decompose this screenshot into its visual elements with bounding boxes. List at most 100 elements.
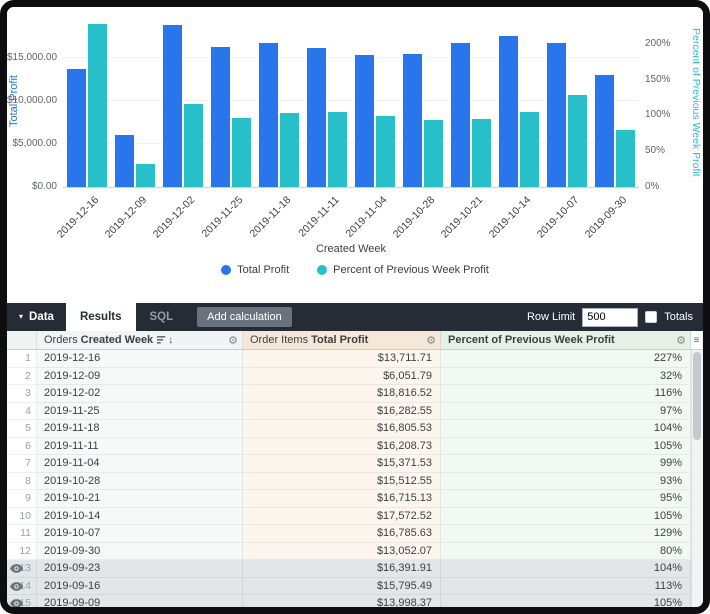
percent-bar[interactable] [184, 104, 203, 187]
total-profit-bar[interactable] [307, 48, 326, 187]
profit-cell[interactable]: $16,391.91 [243, 560, 441, 578]
profit-cell[interactable]: $17,572.52 [243, 508, 441, 526]
profit-cell[interactable]: $16,715.13 [243, 490, 441, 508]
row-limit-label: Row Limit [527, 311, 575, 323]
eye-icon[interactable] [10, 582, 23, 591]
scrollbar-thumb[interactable] [693, 352, 701, 440]
vertical-scrollbar[interactable] [691, 350, 703, 607]
percent-cell[interactable]: 95% [441, 490, 691, 508]
week-cell[interactable]: 2019-12-09 [37, 368, 243, 386]
percent-cell[interactable]: 105% [441, 438, 691, 456]
sort-direction-icon: ↓ [168, 335, 173, 346]
eye-icon[interactable] [10, 599, 23, 607]
percent-cell[interactable]: 105% [441, 595, 691, 607]
gear-icon[interactable]: ⚙ [676, 334, 686, 347]
percent-cell[interactable]: 104% [441, 560, 691, 578]
profit-cell[interactable]: $16,805.53 [243, 420, 441, 438]
percent-bar[interactable] [520, 112, 539, 187]
profit-cell[interactable]: $15,512.55 [243, 473, 441, 491]
eye-icon[interactable] [10, 564, 23, 573]
row-number: 8 [7, 473, 37, 491]
week-cell[interactable]: 2019-11-25 [37, 403, 243, 421]
total-profit-bar[interactable] [451, 43, 470, 187]
total-profit-bar[interactable] [403, 54, 422, 187]
percent-bar[interactable] [136, 164, 155, 187]
percent-bar[interactable] [568, 95, 587, 188]
total-profit-bar[interactable] [67, 69, 86, 187]
percent-cell[interactable]: 93% [441, 473, 691, 491]
percent-cell[interactable]: 129% [441, 525, 691, 543]
table-menu[interactable]: ≡ [691, 331, 703, 349]
week-cell[interactable]: 2019-09-16 [37, 578, 243, 596]
total-profit-bar[interactable] [595, 75, 614, 187]
percent-bar[interactable] [280, 113, 299, 188]
x-tick-label: 2019-12-16 [55, 194, 101, 240]
column-view-name: Order Items [250, 334, 308, 346]
percent-cell[interactable]: 113% [441, 578, 691, 596]
percent-bar[interactable] [376, 116, 395, 187]
legend-item-total-profit[interactable]: Total Profit [221, 264, 289, 276]
percent-bar[interactable] [88, 24, 107, 187]
percent-cell[interactable]: 97% [441, 403, 691, 421]
total-profit-bar[interactable] [115, 135, 134, 187]
gear-icon[interactable]: ⚙ [426, 334, 436, 347]
percent-cell[interactable]: 32% [441, 368, 691, 386]
week-cell[interactable]: 2019-09-23 [37, 560, 243, 578]
week-cell[interactable]: 2019-10-21 [37, 490, 243, 508]
column-header-percent[interactable]: Percent of Previous Week Profit ⚙ [441, 331, 691, 349]
column-header-total-profit[interactable]: Order Items Total Profit ⚙ [243, 331, 441, 349]
profit-cell[interactable]: $18,816.52 [243, 385, 441, 403]
percent-bar[interactable] [232, 118, 251, 188]
profit-cell[interactable]: $13,998.37 [243, 595, 441, 607]
week-cell[interactable]: 2019-10-07 [37, 525, 243, 543]
week-cell[interactable]: 2019-10-14 [37, 508, 243, 526]
gear-icon[interactable]: ⚙ [228, 334, 238, 347]
week-cell[interactable]: 2019-09-09 [37, 595, 243, 607]
percent-cell[interactable]: 80% [441, 543, 691, 561]
week-cell[interactable]: 2019-10-28 [37, 473, 243, 491]
profit-cell[interactable]: $13,052.07 [243, 543, 441, 561]
percent-cell[interactable]: 99% [441, 455, 691, 473]
week-cell[interactable]: 2019-11-04 [37, 455, 243, 473]
tab-results[interactable]: Results [66, 303, 136, 331]
x-axis-title: Created Week [63, 243, 639, 255]
table-body: 12019-12-16$13,711.71227%22019-12-09$6,0… [7, 350, 691, 607]
percent-cell[interactable]: 104% [441, 420, 691, 438]
profit-cell[interactable]: $15,371.53 [243, 455, 441, 473]
percent-bar[interactable] [328, 112, 347, 187]
profit-cell[interactable]: $13,711.71 [243, 350, 441, 368]
legend-label: Percent of Previous Week Profit [333, 264, 489, 276]
toolbar-right: Row Limit Totals [527, 308, 703, 327]
total-profit-bar[interactable] [355, 55, 374, 187]
percent-cell[interactable]: 105% [441, 508, 691, 526]
profit-cell[interactable]: $6,051.79 [243, 368, 441, 386]
percent-cell[interactable]: 116% [441, 385, 691, 403]
week-cell[interactable]: 2019-11-18 [37, 420, 243, 438]
add-calculation-button[interactable]: Add calculation [197, 307, 292, 327]
week-cell[interactable]: 2019-12-16 [37, 350, 243, 368]
table-row: 42019-11-25$16,282.5597% [7, 403, 691, 421]
week-cell[interactable]: 2019-11-11 [37, 438, 243, 456]
percent-bar[interactable] [424, 120, 443, 187]
row-limit-input[interactable] [582, 308, 638, 327]
total-profit-bar[interactable] [163, 25, 182, 187]
row-number: 15 [7, 595, 37, 607]
profit-cell[interactable]: $16,208.73 [243, 438, 441, 456]
data-panel-toggle[interactable]: ▾ Data [7, 303, 66, 331]
week-cell[interactable]: 2019-09-30 [37, 543, 243, 561]
total-profit-bar[interactable] [499, 36, 518, 187]
totals-checkbox[interactable] [645, 311, 657, 323]
percent-cell[interactable]: 227% [441, 350, 691, 368]
column-header-created-week[interactable]: Orders Created Week ↓ ⚙ [37, 331, 243, 349]
profit-cell[interactable]: $16,785.63 [243, 525, 441, 543]
total-profit-bar[interactable] [211, 47, 230, 187]
percent-bar[interactable] [472, 119, 491, 187]
total-profit-bar[interactable] [259, 43, 278, 188]
legend-item-percent[interactable]: Percent of Previous Week Profit [317, 264, 489, 276]
total-profit-bar[interactable] [547, 43, 566, 187]
percent-bar[interactable] [616, 130, 635, 187]
profit-cell[interactable]: $15,795.49 [243, 578, 441, 596]
week-cell[interactable]: 2019-12-02 [37, 385, 243, 403]
tab-sql[interactable]: SQL [136, 303, 188, 331]
profit-cell[interactable]: $16,282.55 [243, 403, 441, 421]
